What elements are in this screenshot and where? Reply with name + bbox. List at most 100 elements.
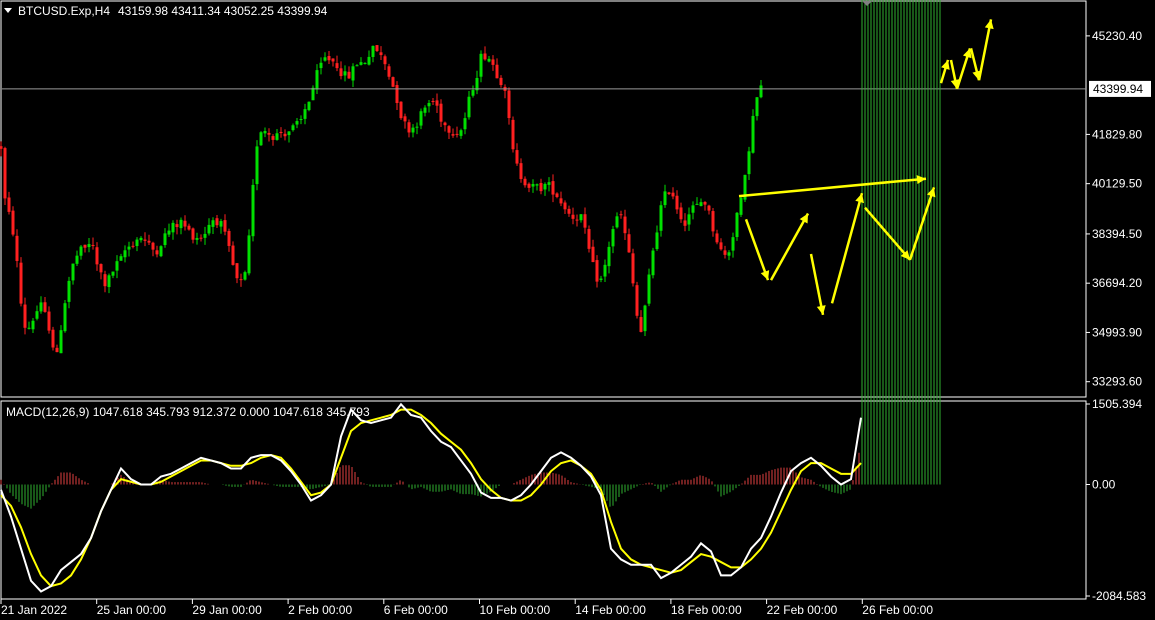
candle-body bbox=[123, 250, 127, 258]
candle-body bbox=[95, 247, 99, 265]
candle-body bbox=[467, 96, 471, 118]
price-tick-label: 36694.20 bbox=[1092, 276, 1142, 290]
candle-body bbox=[671, 192, 675, 197]
candle-body bbox=[55, 347, 59, 353]
candle-body bbox=[307, 101, 311, 111]
candle-body bbox=[335, 63, 339, 69]
candle-body bbox=[443, 122, 447, 126]
candle-body bbox=[611, 229, 615, 247]
candle-body bbox=[195, 238, 199, 240]
candle-body bbox=[27, 327, 31, 329]
candle-body bbox=[727, 252, 731, 256]
candle-body bbox=[383, 56, 387, 65]
candle-body bbox=[107, 275, 111, 288]
candle-body bbox=[15, 235, 19, 261]
candle-body bbox=[3, 148, 7, 199]
time-tick-label: 14 Feb 00:00 bbox=[575, 603, 646, 617]
candle-body bbox=[23, 304, 27, 328]
candle-body bbox=[291, 125, 295, 131]
candle-body bbox=[251, 184, 255, 237]
candle-body bbox=[91, 245, 95, 247]
candle-body bbox=[207, 224, 211, 234]
candle-body bbox=[479, 53, 483, 77]
candle-body bbox=[287, 131, 291, 136]
current-price-label: 43399.94 bbox=[1093, 82, 1143, 96]
candle-body bbox=[387, 66, 391, 77]
candle-body bbox=[215, 218, 219, 226]
candle-body bbox=[367, 56, 371, 65]
candle-body bbox=[267, 132, 271, 135]
candle-body bbox=[59, 330, 63, 354]
candle-body bbox=[43, 302, 47, 312]
candle-body bbox=[199, 237, 203, 239]
candle-body bbox=[411, 127, 415, 133]
candle-body bbox=[483, 53, 487, 60]
candle-body bbox=[719, 242, 723, 250]
candle-body bbox=[731, 237, 735, 251]
time-tick-label: 21 Jan 2022 bbox=[1, 603, 67, 617]
candle-body bbox=[67, 280, 71, 302]
candle-body bbox=[35, 311, 39, 319]
candle-body bbox=[459, 130, 463, 136]
time-tick-label: 10 Feb 00:00 bbox=[480, 603, 551, 617]
candle-body bbox=[143, 239, 147, 241]
candle-body bbox=[579, 214, 583, 221]
candle-body bbox=[407, 122, 411, 133]
time-tick-label: 22 Feb 00:00 bbox=[767, 603, 838, 617]
candle-body bbox=[707, 205, 711, 211]
candle-body bbox=[171, 222, 175, 233]
candle-body bbox=[255, 146, 259, 185]
price-tick-label: 45230.40 bbox=[1092, 29, 1142, 43]
candle-body bbox=[0, 146, 3, 149]
candle-body bbox=[103, 274, 107, 287]
candle-body bbox=[643, 305, 647, 332]
candle-body bbox=[751, 115, 755, 153]
candle-body bbox=[603, 264, 607, 277]
candle-body bbox=[667, 192, 671, 194]
chart[interactable]: 45230.40 41829.80 40129.50 38394.50 36694.20… bbox=[0, 0, 1155, 620]
candle-body bbox=[631, 253, 635, 284]
candle-body bbox=[471, 90, 475, 96]
candle-body bbox=[31, 320, 35, 330]
candle-body bbox=[111, 271, 115, 276]
macd-tick-label: 0.00 bbox=[1092, 478, 1116, 492]
candle-body bbox=[11, 210, 15, 235]
candle-body bbox=[179, 219, 183, 229]
candle-body bbox=[555, 193, 559, 198]
candle-body bbox=[415, 126, 419, 128]
candle-body bbox=[651, 250, 655, 276]
candle-body bbox=[51, 329, 55, 348]
candle-body bbox=[235, 263, 239, 279]
candle-body bbox=[595, 260, 599, 282]
candle-body bbox=[703, 201, 707, 205]
candle-body bbox=[659, 205, 663, 231]
price-tick-label: 33293.60 bbox=[1092, 375, 1142, 389]
candle-body bbox=[115, 261, 119, 271]
candle-body bbox=[375, 45, 379, 51]
candle-body bbox=[167, 230, 171, 235]
candle-body bbox=[683, 220, 687, 226]
candle-body bbox=[519, 163, 523, 180]
chart-background bbox=[0, 0, 1155, 620]
candle-body bbox=[455, 133, 459, 135]
candle-body bbox=[219, 221, 223, 227]
candle-body bbox=[607, 246, 611, 267]
candle-body bbox=[279, 131, 283, 134]
candle-body bbox=[511, 119, 515, 150]
candle-body bbox=[87, 244, 91, 248]
candle-body bbox=[327, 56, 331, 61]
candle-body bbox=[551, 181, 555, 195]
candle-body bbox=[363, 62, 367, 64]
candle-body bbox=[635, 285, 639, 316]
candle-body bbox=[627, 234, 631, 253]
candle-body bbox=[63, 303, 67, 332]
candle-body bbox=[75, 255, 79, 264]
time-tick-label: 2 Feb 00:00 bbox=[288, 603, 352, 617]
candle-body bbox=[535, 184, 539, 186]
candle-body bbox=[83, 244, 87, 248]
candle-body bbox=[263, 131, 267, 134]
candle-body bbox=[163, 233, 167, 246]
candle-body bbox=[347, 71, 351, 79]
ohlc-label: 43159.98 43411.34 43052.25 43399.94 bbox=[118, 4, 328, 18]
candle-body bbox=[211, 220, 215, 227]
